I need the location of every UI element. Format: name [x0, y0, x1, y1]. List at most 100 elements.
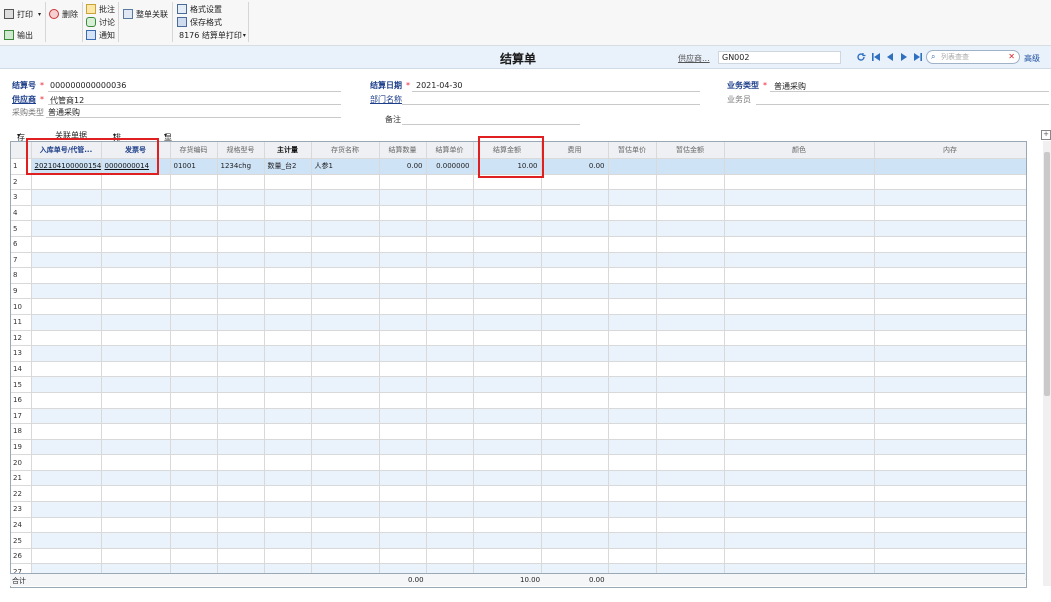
cell-unit[interactable]	[264, 361, 312, 378]
cell-fee[interactable]	[541, 220, 609, 237]
cell-amount[interactable]	[473, 330, 542, 347]
cell-price[interactable]	[426, 236, 474, 253]
cell-color[interactable]	[724, 517, 875, 534]
cell-stock-code[interactable]	[170, 408, 218, 425]
cell-est-price[interactable]	[608, 283, 657, 300]
cell-est-price[interactable]	[608, 470, 657, 487]
cell-price[interactable]	[426, 423, 474, 440]
cell-unit[interactable]	[264, 205, 312, 222]
cell-inbound-no[interactable]	[31, 314, 102, 331]
cell-fee[interactable]	[541, 174, 609, 191]
cell-est-price[interactable]	[608, 454, 657, 471]
cell-memory[interactable]	[874, 205, 1026, 222]
cell-stock-code[interactable]	[170, 485, 218, 503]
cell-price[interactable]	[426, 189, 474, 206]
cell-memory[interactable]	[874, 252, 1026, 269]
cell-unit[interactable]	[264, 376, 312, 393]
cell-fee[interactable]	[541, 189, 609, 206]
cell-fee[interactable]	[541, 470, 609, 487]
cell-unit[interactable]	[264, 345, 312, 362]
supplier-filter-input[interactable]: GN002	[718, 51, 841, 64]
cell-spec[interactable]	[217, 220, 265, 237]
col-header-stock-name[interactable]: 存货名称	[311, 142, 380, 159]
table-row[interactable]: 4	[11, 205, 1026, 222]
cell-qty[interactable]	[379, 439, 427, 456]
cell-fee[interactable]: 0.00	[541, 158, 609, 175]
table-row[interactable]: 16	[11, 392, 1026, 409]
cell-est-price[interactable]	[608, 252, 657, 269]
cell-stock-name[interactable]	[311, 236, 380, 253]
cell-amount[interactable]	[473, 501, 542, 518]
cell-spec[interactable]	[217, 439, 265, 456]
cell-color[interactable]	[724, 236, 875, 253]
last-record-icon[interactable]	[913, 52, 923, 62]
cell-price[interactable]	[426, 408, 474, 425]
cell-stock-code[interactable]	[170, 189, 218, 206]
table-row[interactable]: 14	[11, 361, 1026, 378]
cell-memory[interactable]	[874, 158, 1026, 175]
col-header-qty[interactable]: 结算数量	[379, 142, 427, 159]
cell-est-price[interactable]	[608, 158, 657, 175]
table-row[interactable]: 13	[11, 345, 1026, 362]
cell-fee[interactable]	[541, 330, 609, 347]
cell-memory[interactable]	[874, 548, 1026, 565]
cell-inbound-no[interactable]	[31, 548, 102, 565]
cell-qty[interactable]	[379, 205, 427, 222]
cell-est-amount[interactable]	[656, 470, 725, 487]
first-record-icon[interactable]	[871, 52, 881, 62]
cell-invoice-no[interactable]	[101, 392, 171, 409]
cell-amount[interactable]	[473, 345, 542, 362]
cell-stock-name[interactable]	[311, 267, 380, 284]
cell-spec[interactable]	[217, 330, 265, 347]
table-row[interactable]: 22	[11, 485, 1026, 503]
cell-spec[interactable]	[217, 174, 265, 191]
table-row[interactable]: 11	[11, 314, 1026, 331]
cell-amount[interactable]	[473, 283, 542, 300]
cell-inbound-no[interactable]	[31, 470, 102, 487]
cell-price[interactable]	[426, 470, 474, 487]
cell-fee[interactable]	[541, 345, 609, 362]
cell-qty[interactable]	[379, 517, 427, 534]
cell-fee[interactable]	[541, 392, 609, 409]
col-header-stock-code[interactable]: 存货编码	[170, 142, 218, 159]
cell-stock-code[interactable]	[170, 376, 218, 393]
cell-est-price[interactable]	[608, 548, 657, 565]
cell-est-price[interactable]	[608, 205, 657, 222]
cell-amount[interactable]	[473, 376, 542, 393]
cell-qty[interactable]	[379, 470, 427, 487]
previous-record-icon[interactable]	[885, 52, 895, 62]
cell-price[interactable]	[426, 361, 474, 378]
cell-amount[interactable]	[473, 485, 542, 503]
cell-stock-name[interactable]	[311, 174, 380, 191]
cell-stock-code[interactable]	[170, 220, 218, 237]
cell-spec[interactable]	[217, 376, 265, 393]
cell-est-price[interactable]	[608, 361, 657, 378]
cell-est-amount[interactable]	[656, 158, 725, 175]
cell-stock-name[interactable]	[311, 408, 380, 425]
cell-amount[interactable]	[473, 314, 542, 331]
cell-inbound-no[interactable]	[31, 361, 102, 378]
cell-amount[interactable]	[473, 252, 542, 269]
cell-invoice-no[interactable]	[101, 330, 171, 347]
cell-spec[interactable]	[217, 501, 265, 518]
cell-color[interactable]	[724, 423, 875, 440]
cell-memory[interactable]	[874, 361, 1026, 378]
cell-inbound-no[interactable]	[31, 252, 102, 269]
cell-stock-code[interactable]	[170, 361, 218, 378]
cell-memory[interactable]	[874, 314, 1026, 331]
cell-color[interactable]	[724, 392, 875, 409]
cell-unit[interactable]	[264, 314, 312, 331]
cell-est-amount[interactable]	[656, 501, 725, 518]
cell-fee[interactable]	[541, 485, 609, 503]
cell-memory[interactable]	[874, 470, 1026, 487]
cell-fee[interactable]	[541, 283, 609, 300]
cell-est-amount[interactable]	[656, 423, 725, 440]
cell-inbound-no[interactable]	[31, 205, 102, 222]
cell-est-price[interactable]	[608, 330, 657, 347]
cell-stock-name[interactable]	[311, 189, 380, 206]
cell-stock-name[interactable]	[311, 392, 380, 409]
cell-price[interactable]	[426, 532, 474, 549]
cell-color[interactable]	[724, 174, 875, 191]
cell-amount[interactable]	[473, 392, 542, 409]
cell-est-price[interactable]	[608, 392, 657, 409]
